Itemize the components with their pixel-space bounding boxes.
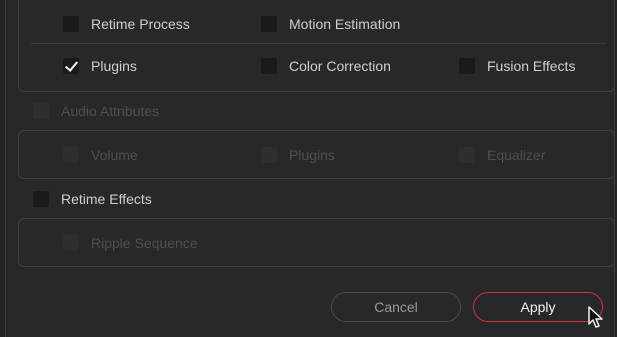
option-audio-volume[interactable]: Volume [63,145,138,165]
checkbox[interactable] [33,103,49,119]
checkbox[interactable] [459,58,475,74]
option-fusion-effects[interactable]: Fusion Effects [459,56,575,76]
option-label: Ripple Sequence [91,235,198,251]
checkmark-icon[interactable] [63,58,79,74]
option-audio-plugins[interactable]: Plugins [261,145,335,165]
checkbox[interactable] [63,16,79,32]
checkbox[interactable] [261,16,277,32]
option-label: Equalizer [487,147,546,163]
cancel-button[interactable]: Cancel [331,292,461,322]
checkbox[interactable] [63,235,79,251]
checkbox[interactable] [261,58,277,74]
option-label: Plugins [91,58,137,74]
checkbox[interactable] [33,191,49,207]
option-label: Fusion Effects [487,58,576,74]
option-label: Motion Estimation [289,16,401,32]
option-ripple-sequence[interactable]: Ripple Sequence [63,233,198,253]
option-plugins[interactable]: Plugins [63,56,137,76]
checkbox[interactable] [459,147,475,163]
apply-button[interactable]: Apply [473,292,603,322]
option-retime-effects[interactable]: Retime Effects [33,189,152,209]
option-label: Audio Attributes [61,103,160,119]
option-label: Volume [91,147,138,163]
option-audio-attributes[interactable]: Audio Attributes [33,101,159,121]
option-motion-estimation[interactable]: Motion Estimation [261,14,400,34]
option-retime-process[interactable]: Retime Process [63,14,190,34]
group-divider [31,43,606,44]
option-color-correction[interactable]: Color Correction [261,56,391,76]
checkbox[interactable] [261,147,277,163]
option-label: Plugins [289,147,335,163]
option-label: Retime Effects [61,191,152,207]
option-label: Retime Process [91,16,190,32]
option-audio-equalizer[interactable]: Equalizer [459,145,545,165]
checkbox[interactable] [63,147,79,163]
option-label: Color Correction [289,58,391,74]
mouse-pointer-icon [588,306,603,328]
